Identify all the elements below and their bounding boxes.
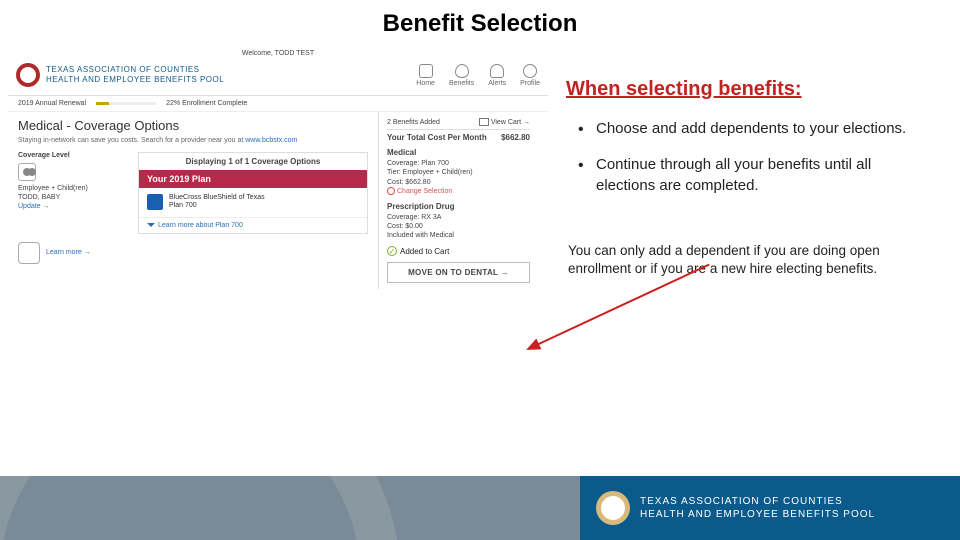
cart-rx: Prescription Drug Coverage: RX 3A Cost: … <box>387 202 530 241</box>
slide-title: Benefit Selection <box>0 0 960 48</box>
view-cart-link[interactable]: View Cart → <box>479 118 530 126</box>
brand-text: TEXAS ASSOCIATION OF COUNTIES HEALTH AND… <box>46 65 224 84</box>
progress-right-label: 22% Enrollment Complete <box>166 100 247 107</box>
nav-home[interactable]: Home <box>416 64 435 87</box>
nav-alerts[interactable]: Alerts <box>488 64 506 87</box>
app-screenshot: Welcome, TODD TEST TEXAS ASSOCIATION OF … <box>8 48 548 289</box>
plan-caption: Displaying 1 of 1 Coverage Options <box>139 153 367 170</box>
footer-seal-icon <box>596 491 630 525</box>
progress-row: 2019 Annual Renewal 22% Enrollment Compl… <box>8 96 548 112</box>
nav-profile[interactable]: Profile <box>520 64 540 87</box>
learn-more-plan[interactable]: Learn more about Plan 700 <box>139 218 367 233</box>
cart-icon <box>479 118 489 126</box>
progress-left-label: 2019 Annual Renewal <box>18 100 86 107</box>
benefits-added-label: 2 Benefits Added <box>387 119 440 126</box>
bullet-1: Choose and add dependents to your electi… <box>596 119 930 139</box>
bullet-2: Continue through all your benefits until… <box>596 155 930 196</box>
cart-medical: Medical Coverage: Plan 700 Tier: Employe… <box>387 148 530 196</box>
brain-icon <box>18 242 40 264</box>
learn-more-link[interactable]: Learn more → <box>46 249 91 256</box>
cart-panel: 2 Benefits Added View Cart → Your Total … <box>378 112 538 289</box>
plan-banner: Your 2019 Plan <box>139 170 367 188</box>
added-to-cart: ✓Added to Cart <box>387 246 530 256</box>
change-selection-link[interactable]: Change Selection <box>387 187 530 196</box>
section-subtext: Staying in-network can save you costs. S… <box>18 137 368 144</box>
footer-image <box>0 476 580 540</box>
chevron-down-icon <box>147 223 155 227</box>
check-icon: ✓ <box>387 246 397 256</box>
section-title: Medical - Coverage Options <box>18 118 368 133</box>
total-label: Your Total Cost Per Month <box>387 133 487 142</box>
footer-brand: TEXAS ASSOCIATION OF COUNTIES HEALTH AND… <box>640 495 875 521</box>
shield-icon <box>455 64 469 78</box>
instruction-panel: When selecting benefits: Choose and add … <box>548 48 948 289</box>
move-on-button[interactable]: MOVE ON TO DENTAL → <box>387 262 530 283</box>
update-link[interactable]: Update → <box>18 203 128 210</box>
progress-bar <box>96 102 156 105</box>
total-value: $662.80 <box>501 133 530 142</box>
coverage-level-panel: Coverage Level Employee + Child(ren) TOD… <box>18 152 128 234</box>
nav-benefits[interactable]: Benefits <box>449 64 474 87</box>
footer: TEXAS ASSOCIATION OF COUNTIES HEALTH AND… <box>0 476 960 540</box>
bcbs-icon <box>147 194 163 210</box>
bell-icon <box>490 64 504 78</box>
provider-link[interactable]: www.bcbstx.com <box>245 137 297 144</box>
right-heading: When selecting benefits: <box>566 78 930 101</box>
welcome-text: Welcome, TODD TEST <box>8 48 548 59</box>
seal-icon <box>16 63 40 87</box>
people-icon <box>18 163 36 181</box>
top-nav: Home Benefits Alerts Profile <box>416 64 540 87</box>
plan-card: Displaying 1 of 1 Coverage Options Your … <box>138 152 368 234</box>
person-icon <box>523 64 537 78</box>
note-text: You can only add a dependent if you are … <box>566 212 930 278</box>
home-icon <box>419 64 433 78</box>
